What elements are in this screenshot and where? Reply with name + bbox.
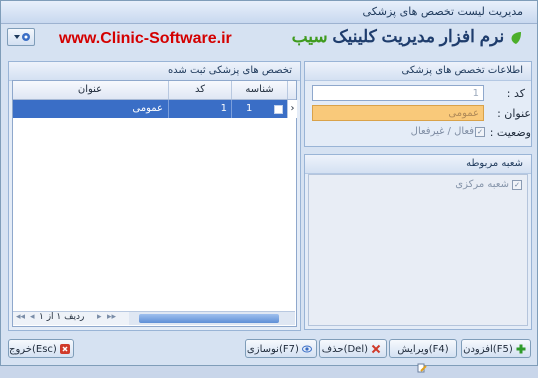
specialties-grid[interactable]: عنوان کد شناسه عمومی 1 1 › ◂◂ ◂ ردیف ۱ ا… xyxy=(12,80,297,327)
record-counter: ردیف ۱ از ۱ xyxy=(39,312,85,322)
status-toggle-label: فعال / غیرفعال xyxy=(410,126,474,137)
branch-checkbox[interactable]: ✓ xyxy=(512,180,522,190)
window-title: مدیریت لیست تخصص های پزشکی xyxy=(362,5,523,18)
expand-icon[interactable] xyxy=(274,105,283,114)
status-label: وضعیت : xyxy=(489,126,531,139)
add-label: افزودن(F5) xyxy=(463,344,513,355)
row-indicator-header xyxy=(287,81,297,99)
row-selector-icon[interactable]: › xyxy=(287,100,297,118)
column-header-id[interactable]: شناسه xyxy=(231,81,287,99)
code-label: کد : xyxy=(506,87,525,100)
plus-icon xyxy=(516,344,526,354)
title-label: عنوان : xyxy=(497,107,531,120)
column-header-title[interactable]: عنوان xyxy=(13,81,167,99)
code-field[interactable]: 1 xyxy=(312,85,484,101)
cell-code: 1 xyxy=(168,100,231,118)
eye-icon xyxy=(302,345,313,353)
exit-label: خروج(Esc) xyxy=(9,344,57,355)
edit-button[interactable]: ویرایش(F4) xyxy=(389,339,457,373)
branch-list[interactable]: شعبه مرکزی ✓ xyxy=(308,174,528,326)
title-field[interactable]: عمومی xyxy=(312,105,484,121)
cell-title: عمومی xyxy=(132,103,163,114)
delete-label: حذف(Del) xyxy=(321,344,369,355)
refresh-button[interactable]: نوسازی(F7) xyxy=(245,339,317,358)
apple-leaf-icon xyxy=(511,31,521,44)
edit-label: ویرایش(F4) xyxy=(397,344,449,355)
branch-item-label: شعبه مرکزی xyxy=(455,179,509,190)
specialties-list-title: تخصص های پزشکی ثبت شده xyxy=(9,62,300,81)
add-button[interactable]: افزودن(F5) xyxy=(461,339,531,358)
scrollbar-thumb[interactable] xyxy=(139,314,279,323)
specialty-info-title: اطلاعات تخصص های پزشکی xyxy=(305,62,531,81)
close-icon xyxy=(60,344,71,354)
cell-id: 1 xyxy=(246,103,253,114)
column-header-code[interactable]: کد xyxy=(168,81,231,99)
refresh-label: نوسازی(F7) xyxy=(246,344,299,355)
nav-prev-icon[interactable]: ◂ xyxy=(30,312,35,322)
grid-header: عنوان کد شناسه xyxy=(13,81,296,100)
title-bar: مدیریت لیست تخصص های پزشکی xyxy=(1,1,537,24)
nav-last-icon[interactable]: ▸▸ xyxy=(107,312,116,322)
app-logo: نرم افزار مدیریت کلینیک سیب xyxy=(292,27,523,47)
exit-button[interactable]: خروج(Esc) xyxy=(8,339,74,358)
website-link[interactable]: www.Clinic-Software.ir xyxy=(59,30,232,48)
logo-main-text: نرم افزار مدیریت کلینیک xyxy=(332,27,505,46)
delete-button[interactable]: حذف(Del) xyxy=(319,339,387,358)
status-checkbox[interactable]: ✓ xyxy=(475,127,485,137)
window-menu-button[interactable] xyxy=(7,28,35,46)
cell-id-wrapper: 1 xyxy=(231,100,287,118)
edit-icon xyxy=(417,363,427,373)
table-row[interactable]: عمومی 1 1 › xyxy=(13,100,297,118)
horizontal-scrollbar[interactable] xyxy=(129,311,295,325)
nav-next-icon[interactable]: ▸ xyxy=(97,312,102,322)
logo-accent-text: سیب xyxy=(291,27,328,46)
nav-first-icon[interactable]: ◂◂ xyxy=(16,312,25,322)
grid-navigator: ◂◂ ◂ ردیف ۱ از ۱ ▸ ▸▸ xyxy=(13,311,129,325)
delete-x-icon xyxy=(371,344,381,354)
options-icon xyxy=(14,33,30,41)
main-window: مدیریت لیست تخصص های پزشکی www.Clinic-So… xyxy=(0,0,538,373)
branch-panel-title: شعبه مربوطه xyxy=(305,155,531,174)
